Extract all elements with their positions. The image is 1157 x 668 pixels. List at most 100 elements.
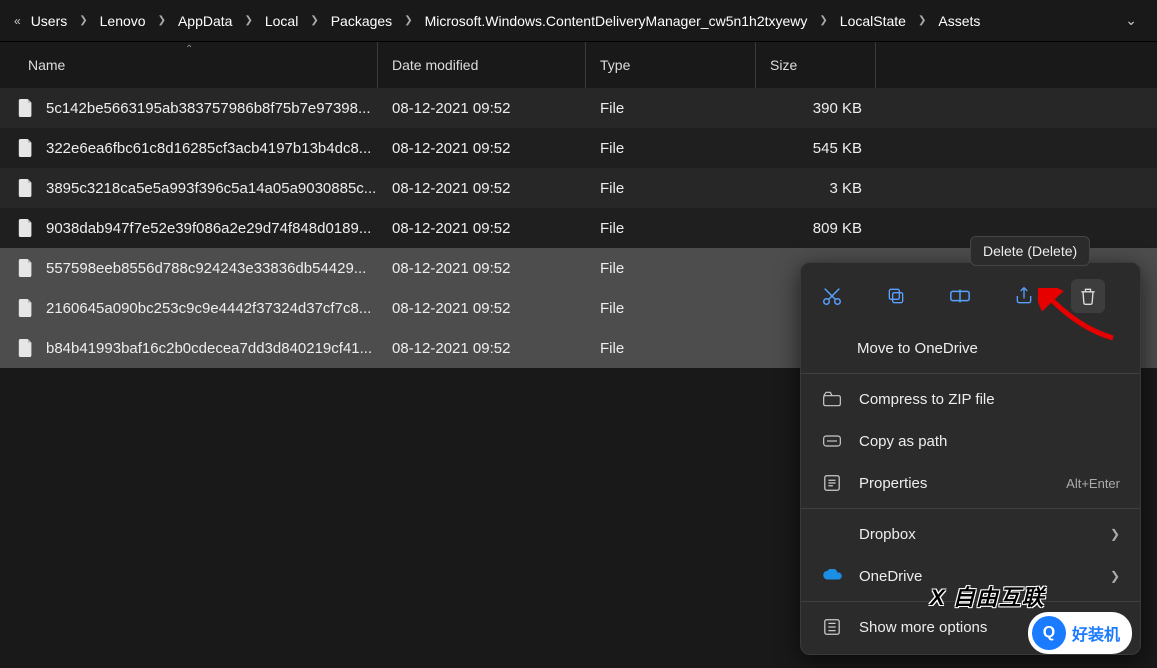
file-icon bbox=[18, 139, 36, 157]
menu-item-label: Move to OneDrive bbox=[857, 340, 978, 357]
file-icon bbox=[18, 219, 36, 237]
chevron-right-icon: ❯ bbox=[1110, 569, 1120, 583]
badge-icon: Q bbox=[1032, 616, 1066, 650]
cut-button[interactable] bbox=[815, 279, 849, 313]
menu-item-label: Dropbox bbox=[859, 526, 916, 543]
rename-button[interactable] bbox=[943, 279, 977, 313]
file-name: 3895c3218ca5e5a993f396c5a14a05a9030885c.… bbox=[46, 180, 376, 197]
file-icon bbox=[18, 339, 36, 357]
file-row[interactable]: 3895c3218ca5e5a993f396c5a14a05a9030885c.… bbox=[0, 168, 1157, 208]
file-date: 08-12-2021 09:52 bbox=[378, 220, 586, 237]
chevron-right-icon: ❯ bbox=[813, 15, 833, 26]
file-name: 2160645a090bc253c9c9e4442f37324d37cf7c8.… bbox=[46, 300, 371, 317]
menu-separator bbox=[801, 508, 1140, 509]
file-icon bbox=[18, 99, 36, 117]
menu-item-label: OneDrive bbox=[859, 568, 922, 585]
watermark: X 自由互联 bbox=[930, 580, 1045, 612]
delete-icon bbox=[1078, 285, 1098, 307]
copy-icon bbox=[886, 286, 906, 306]
column-label: Name bbox=[28, 57, 65, 73]
breadcrumb-item[interactable]: Microsoft.Windows.ContentDeliveryManager… bbox=[419, 9, 814, 33]
file-row[interactable]: 5c142be5663195ab383757986b8f75b7e97398..… bbox=[0, 88, 1157, 128]
column-label: Date modified bbox=[392, 57, 478, 73]
sort-indicator-icon: ⌃ bbox=[185, 44, 193, 55]
context-action-row bbox=[801, 273, 1140, 327]
file-icon bbox=[18, 259, 36, 277]
menu-item-label: Compress to ZIP file bbox=[859, 391, 995, 408]
file-name: 322e6ea6fbc61c8d16285cf3acb4197b13b4dc8.… bbox=[46, 140, 371, 157]
breadcrumb-item[interactable]: Assets bbox=[932, 9, 986, 33]
file-date: 08-12-2021 09:52 bbox=[378, 260, 586, 277]
file-size: 3 KB bbox=[756, 180, 876, 197]
file-row[interactable]: 322e6ea6fbc61c8d16285cf3acb4197b13b4dc8.… bbox=[0, 128, 1157, 168]
file-type: File bbox=[586, 300, 756, 317]
menu-item-label: Copy as path bbox=[859, 433, 947, 450]
file-date: 08-12-2021 09:52 bbox=[378, 100, 586, 117]
column-header-date[interactable]: Date modified bbox=[378, 42, 586, 88]
breadcrumb-item[interactable]: LocalState bbox=[834, 9, 912, 33]
file-type: File bbox=[586, 340, 756, 357]
chevron-right-icon: ❯ bbox=[912, 15, 932, 26]
chevron-down-icon[interactable]: ⌄ bbox=[1115, 12, 1147, 29]
chevron-right-icon: ❯ bbox=[1110, 527, 1120, 541]
menu-separator bbox=[801, 373, 1140, 374]
column-header-type[interactable]: Type bbox=[586, 42, 756, 88]
column-label: Size bbox=[770, 57, 797, 73]
menu-item[interactable]: Dropbox ❯ bbox=[801, 513, 1140, 555]
file-icon bbox=[18, 299, 36, 317]
menu-item[interactable]: Move to OneDrive bbox=[801, 327, 1140, 369]
chevron-right-icon: ❯ bbox=[238, 15, 258, 26]
badge-text: 好装机 bbox=[1072, 621, 1120, 645]
breadcrumb-item[interactable]: Local bbox=[259, 9, 304, 33]
share-button[interactable] bbox=[1007, 279, 1041, 313]
menu-item-icon bbox=[821, 388, 843, 410]
file-name: 9038dab947f7e52e39f086a2e29d74f848d0189.… bbox=[46, 220, 371, 237]
file-name: 5c142be5663195ab383757986b8f75b7e97398..… bbox=[46, 100, 371, 117]
file-size: 390 KB bbox=[756, 100, 876, 117]
column-header-size[interactable]: Size bbox=[756, 42, 876, 88]
menu-item[interactable]: Compress to ZIP file bbox=[801, 378, 1140, 420]
file-type: File bbox=[586, 100, 756, 117]
rename-icon bbox=[949, 286, 971, 306]
copy-button[interactable] bbox=[879, 279, 913, 313]
breadcrumb-item[interactable]: Users bbox=[25, 9, 74, 33]
file-type: File bbox=[586, 220, 756, 237]
share-icon bbox=[1013, 286, 1035, 306]
breadcrumb-item[interactable]: AppData bbox=[172, 9, 238, 33]
menu-item[interactable]: Copy as path bbox=[801, 420, 1140, 462]
breadcrumb-item[interactable]: Lenovo bbox=[94, 9, 152, 33]
file-type: File bbox=[586, 140, 756, 157]
column-label: Type bbox=[600, 57, 630, 73]
breadcrumb-overflow-icon[interactable]: « bbox=[10, 14, 25, 28]
chevron-right-icon: ❯ bbox=[152, 15, 172, 26]
file-icon bbox=[18, 179, 36, 197]
chevron-right-icon: ❯ bbox=[73, 15, 93, 26]
column-header-name[interactable]: Name ⌃ bbox=[0, 42, 378, 88]
menu-item-icon bbox=[821, 616, 843, 638]
file-type: File bbox=[586, 180, 756, 197]
tooltip-delete: Delete (Delete) bbox=[970, 236, 1090, 266]
watermark-badge: Q 好装机 bbox=[1028, 612, 1132, 654]
menu-item[interactable]: Properties Alt+Enter bbox=[801, 462, 1140, 504]
file-size: 809 KB bbox=[756, 220, 876, 237]
file-size: 545 KB bbox=[756, 140, 876, 157]
menu-item-label: Properties bbox=[859, 475, 927, 492]
menu-item-label: Show more options bbox=[859, 619, 987, 636]
chevron-right-icon: ❯ bbox=[398, 15, 418, 26]
file-date: 08-12-2021 09:52 bbox=[378, 180, 586, 197]
column-headers: Name ⌃ Date modified Type Size bbox=[0, 42, 1157, 88]
file-date: 08-12-2021 09:52 bbox=[378, 140, 586, 157]
delete-button[interactable] bbox=[1071, 279, 1105, 313]
file-type: File bbox=[586, 260, 756, 277]
menu-item-icon bbox=[821, 430, 843, 452]
breadcrumb-item[interactable]: Packages bbox=[325, 9, 398, 33]
menu-item-icon bbox=[821, 523, 843, 545]
file-name: b84b41993baf16c2b0cdecea7dd3d840219cf41.… bbox=[46, 340, 372, 357]
menu-item-icon bbox=[821, 472, 843, 494]
menu-item-icon bbox=[821, 565, 843, 587]
cut-icon bbox=[821, 285, 843, 307]
file-date: 08-12-2021 09:52 bbox=[378, 340, 586, 357]
file-date: 08-12-2021 09:52 bbox=[378, 300, 586, 317]
menu-item-shortcut: Alt+Enter bbox=[1066, 476, 1120, 491]
breadcrumb[interactable]: « Users❯ Lenovo❯ AppData❯ Local❯ Package… bbox=[0, 0, 1157, 42]
